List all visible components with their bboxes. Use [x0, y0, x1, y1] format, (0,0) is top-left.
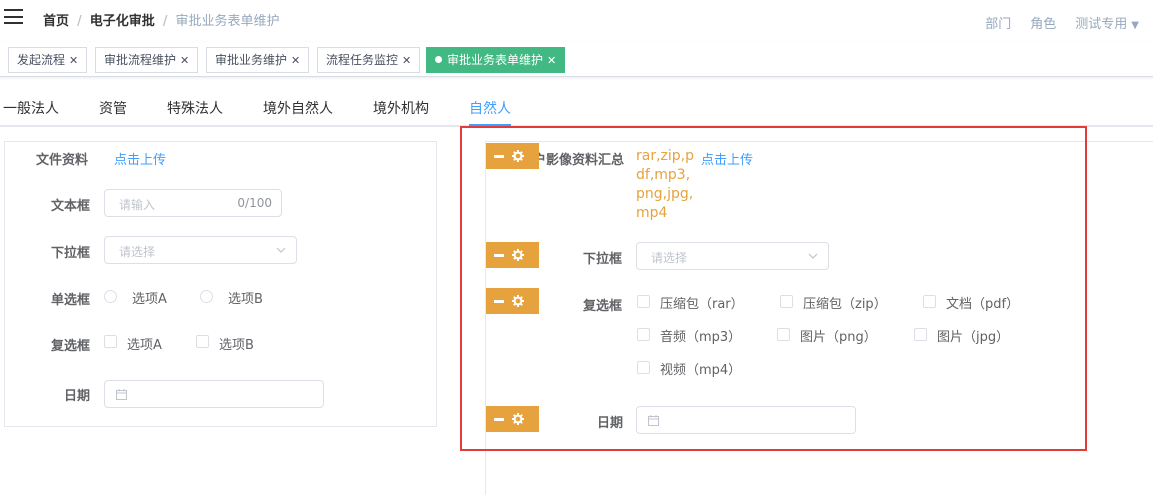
breadcrumb: 首页 / 电子化审批 / 审批业务表单维护	[43, 10, 280, 29]
dept-menu[interactable]: 部门	[985, 13, 1011, 32]
tag-label: 发起流程	[17, 53, 66, 67]
right-menu: 部门 角色 测试专用 ▼	[985, 13, 1139, 32]
tab-special-legal-person[interactable]: 特殊法人	[167, 98, 223, 118]
select-label: 下拉框	[51, 246, 91, 261]
text-input-placeholder: 请输入	[119, 198, 156, 212]
tab-overseas-institution[interactable]: 境外机构	[373, 98, 429, 118]
checkbox-option-a[interactable]	[104, 335, 117, 348]
tag-form-maintenance[interactable]: 审批业务表单维护 ✕	[426, 47, 566, 73]
select-placeholder: 请选择	[119, 245, 156, 259]
tags-view: 发起流程 ✕ 审批流程维护 ✕ 审批业务维护 ✕ 流程任务监控 ✕ 审批业务表单维护 ✕	[0, 42, 1153, 77]
breadcrumb-home[interactable]: 首页	[43, 14, 69, 29]
close-icon[interactable]: ✕	[402, 54, 411, 67]
breadcrumb-separator: /	[77, 14, 82, 29]
tag-task-monitor[interactable]: 流程任务监控 ✕	[317, 47, 421, 73]
radio-option-b[interactable]	[200, 290, 213, 303]
tag-label: 审批业务表单维护	[447, 53, 544, 67]
chevron-down-icon	[276, 247, 286, 253]
close-icon[interactable]: ✕	[291, 54, 300, 67]
tag-label: 审批业务维护	[215, 53, 288, 67]
radio-option-a-label: 选项A	[132, 292, 167, 307]
breadcrumb-separator: /	[162, 14, 168, 29]
hamburger-menu-icon[interactable]	[4, 9, 23, 24]
tag-label: 审批流程维护	[104, 53, 177, 67]
tab-natural-person[interactable]: 自然人	[469, 98, 511, 118]
radio-label: 单选框	[51, 293, 91, 308]
active-dot-icon	[435, 56, 442, 63]
tag-business-maintenance[interactable]: 审批业务维护 ✕	[206, 47, 310, 73]
radio-option-b-label: 选项B	[228, 292, 263, 307]
highlight-box	[460, 126, 1087, 451]
tag-label: 流程任务监控	[326, 53, 399, 67]
radio-option-a[interactable]	[104, 290, 117, 303]
checkbox-option-b-label: 选项B	[219, 338, 254, 353]
user-name: 测试专用	[1075, 17, 1128, 32]
tag-process-maintenance[interactable]: 审批流程维护 ✕	[95, 47, 199, 73]
navbar: 首页 / 电子化审批 / 审批业务表单维护 部门 角色 测试专用 ▼	[0, 0, 1153, 42]
role-menu[interactable]: 角色	[1030, 13, 1056, 32]
checkbox-option-a-label: 选项A	[127, 338, 162, 353]
tab-asset-management[interactable]: 资管	[99, 98, 127, 118]
close-icon[interactable]: ✕	[180, 54, 189, 67]
upload-link[interactable]: 点击上传	[114, 149, 166, 168]
file-label: 文件资料	[36, 153, 89, 168]
entity-tabs: 一般法人 资管 特殊法人 境外自然人 境外机构 自然人	[0, 88, 1153, 127]
text-label: 文本框	[51, 199, 91, 214]
select-dropdown[interactable]: 请选择	[104, 236, 297, 264]
calendar-icon	[116, 389, 127, 400]
date-label: 日期	[64, 389, 91, 404]
char-counter: 0/100	[237, 196, 272, 210]
date-picker[interactable]	[104, 380, 324, 408]
tag-start-process[interactable]: 发起流程 ✕	[8, 47, 88, 73]
caret-down-icon: ▼	[1131, 20, 1139, 31]
close-icon[interactable]: ✕	[69, 54, 78, 67]
breadcrumb-electronic-approval[interactable]: 电子化审批	[90, 14, 155, 29]
checkbox-option-b[interactable]	[196, 335, 209, 348]
close-icon[interactable]: ✕	[547, 54, 556, 67]
checkbox-label: 复选框	[51, 339, 91, 354]
text-input[interactable]: 请输入 0/100	[104, 189, 282, 217]
tab-general-legal-person[interactable]: 一般法人	[3, 98, 59, 118]
breadcrumb-current: 审批业务表单维护	[175, 14, 280, 29]
user-dropdown[interactable]: 测试专用 ▼	[1075, 13, 1139, 32]
tab-overseas-natural-person[interactable]: 境外自然人	[263, 98, 333, 118]
